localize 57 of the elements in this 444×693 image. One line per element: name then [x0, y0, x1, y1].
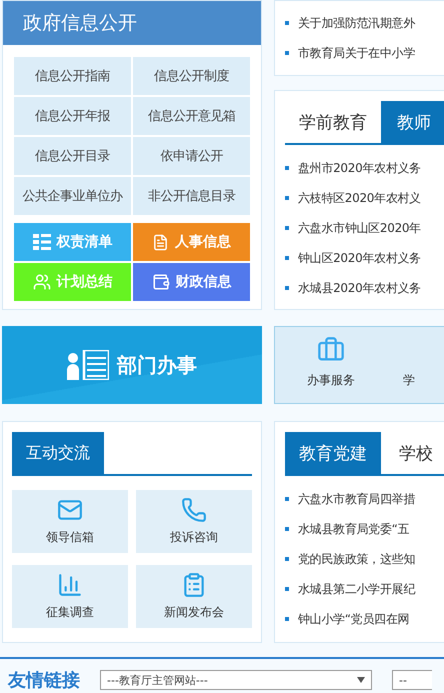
bullet-icon [285, 617, 289, 621]
news-link[interactable]: 钟山区2020年农村义务 [298, 250, 421, 266]
bullet-icon [285, 497, 289, 501]
bar-chart-icon [57, 572, 83, 598]
info-link[interactable]: 公共企事业单位办 [14, 177, 131, 215]
panel-title: 政府信息公开 [3, 1, 261, 45]
info-link[interactable]: 信息公开指南 [14, 57, 131, 95]
info-link[interactable]: 信息公开意见箱 [133, 97, 250, 135]
list-icon [32, 234, 50, 250]
news-tab[interactable]: 教师 [381, 101, 444, 143]
document-icon [152, 234, 169, 250]
news-link[interactable]: 六盘水市钟山区2020年 [298, 220, 421, 236]
dropdown-icon [357, 677, 365, 683]
phone-icon [181, 497, 207, 523]
info-link[interactable]: 依申请公开 [133, 137, 250, 175]
link-select[interactable]: ---教育厅主管网站--- [100, 670, 372, 690]
link-select[interactable]: -- [392, 670, 432, 690]
panel-title: 互动交流 [12, 432, 104, 474]
info-link[interactable]: 信息公开目录 [14, 137, 131, 175]
banner-title: 部门办事 [117, 352, 197, 378]
news-link[interactable]: 钟山小学“党员四在网 [298, 610, 410, 628]
info-link[interactable]: 非公开信息目录 [133, 177, 250, 215]
shortcut-button[interactable]: 财政信息 [133, 263, 250, 301]
bullet-icon [285, 196, 289, 200]
news-tab[interactable]: 学前教育 [285, 101, 381, 143]
people-icon [32, 273, 50, 291]
news-link[interactable]: 市教育局关于在中小学 [298, 44, 416, 62]
friend-links-title: 友情链接 [8, 669, 80, 692]
service-link[interactable]: 办事服务 [307, 336, 355, 389]
wallet-icon [152, 273, 170, 291]
news-link[interactable]: 水城县第二小学开展纪 [298, 580, 416, 598]
person-list-icon [67, 350, 109, 380]
bullet-icon [285, 587, 289, 591]
news-link[interactable]: 盘州市2020年农村义务 [298, 160, 421, 176]
bullet-icon [285, 286, 289, 290]
interaction-tile[interactable]: 新闻发布会 [136, 565, 252, 628]
interaction-tile[interactable]: 领导信箱 [12, 490, 128, 553]
bullet-icon [285, 51, 289, 55]
bullet-icon [285, 21, 289, 25]
bullet-icon [285, 527, 289, 531]
news-tab[interactable]: 学校 [381, 432, 444, 474]
news-link[interactable]: 水城县教育局党委“五 [298, 520, 410, 538]
interaction-tile[interactable]: 征集调查 [12, 565, 128, 628]
info-link[interactable]: 信息公开制度 [133, 57, 250, 95]
bullet-icon [285, 557, 289, 561]
bullet-icon [285, 256, 289, 260]
bullet-icon [285, 226, 289, 230]
news-link[interactable]: 关于加强防范汛期意外 [298, 14, 416, 32]
news-link[interactable]: 六盘水市教育局四举措 [298, 490, 416, 508]
news-link[interactable]: 六枝特区2020年农村义 [298, 190, 421, 206]
news-tab[interactable]: 教育党建 [285, 432, 381, 474]
interaction-tile[interactable]: 投诉咨询 [136, 490, 252, 553]
news-link[interactable]: 党的民族政策，这些知 [298, 550, 416, 568]
service-link[interactable]: 学 [403, 372, 415, 389]
info-link[interactable]: 信息公开年报 [14, 97, 131, 135]
bullet-icon [285, 166, 289, 170]
news-link[interactable]: 水城县2020年农村义务 [298, 280, 421, 296]
